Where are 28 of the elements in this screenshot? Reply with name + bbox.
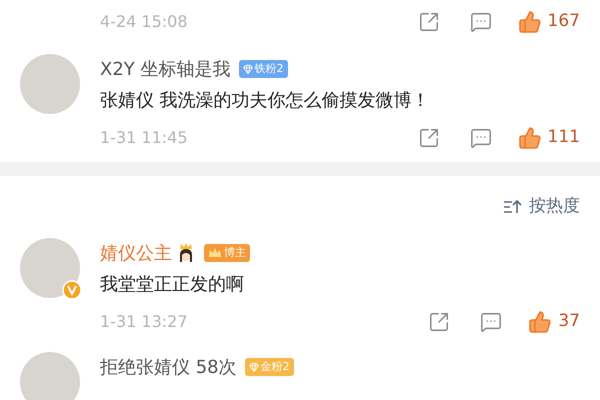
user-name[interactable]: 婧仪公主	[100, 240, 172, 266]
fan-badge: 博主	[204, 244, 250, 262]
user-name[interactable]: 拒绝张婧仪 58次	[100, 354, 237, 380]
comment-time: 4-24 15:08	[100, 11, 188, 33]
sort-button[interactable]: 按热度	[503, 194, 580, 220]
user-name[interactable]: X2Y 坐标轴是我	[100, 56, 230, 82]
thumbs-up-icon	[518, 126, 542, 150]
comment-text: 张婧仪 我洗澡的功夫你怎么偷摸发微博！	[100, 88, 431, 112]
share-icon	[418, 127, 440, 149]
sort-icon	[503, 199, 523, 215]
fan-badge: 金粉2	[244, 358, 294, 376]
thumbs-up-icon	[528, 310, 552, 334]
comment-icon	[470, 11, 492, 33]
diamond-icon	[248, 362, 259, 372]
like-button[interactable]: 167	[518, 8, 580, 36]
comment-time: 1-31 13:27	[100, 311, 188, 333]
share-icon	[418, 11, 440, 33]
diamond-icon	[242, 64, 252, 74]
comment-icon	[470, 127, 492, 149]
comment-text: 我堂堂正正发的啊	[100, 272, 245, 296]
thumbs-up-icon	[518, 10, 542, 34]
crown-medal-icon	[208, 247, 222, 259]
like-button[interactable]: 111	[518, 124, 580, 152]
like-button[interactable]: 37	[528, 308, 580, 336]
fan-badge: 铁粉2	[238, 60, 288, 78]
share-icon	[428, 311, 450, 333]
comment-icon	[480, 311, 502, 333]
comment-time: 1-31 11:45	[100, 127, 188, 149]
